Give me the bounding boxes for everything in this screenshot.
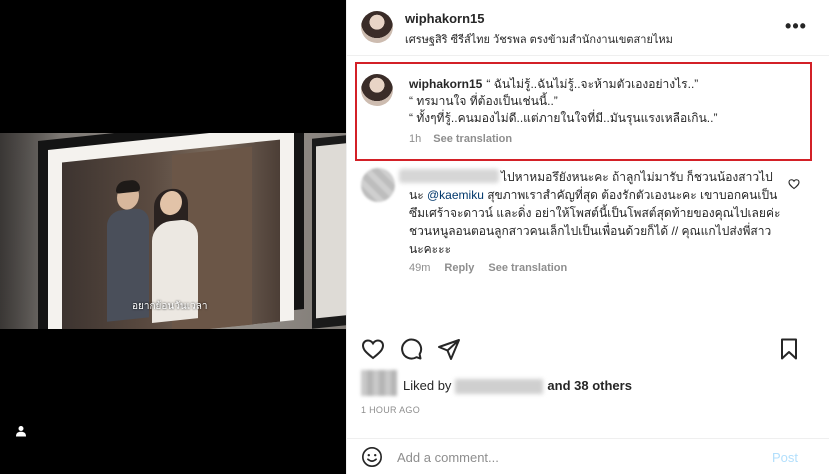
second-frame-mat: [316, 143, 346, 319]
user-tag-icon: [16, 426, 26, 437]
blurred-avatar[interactable]: [361, 168, 395, 202]
comment-text: wiphakorn15 “ ฉันไม่รู้..ฉันไม่รู้..จะห้า…: [409, 76, 804, 127]
add-comment-bar: Post: [347, 438, 829, 474]
blurred-liker-name[interactable]: [455, 379, 544, 395]
likes-text: Liked by and 38 others: [403, 378, 632, 395]
emoji-icon[interactable]: [361, 446, 383, 468]
image-caption: อยากย้อนวันเวลา: [132, 301, 208, 312]
post-header: wiphakorn15 เศรษฐสิริ ซีรีส์ไทย วัชรพล ต…: [347, 0, 829, 56]
author-username[interactable]: wiphakorn15: [405, 11, 484, 26]
post-sidebar: wiphakorn15 เศรษฐสิริ ซีรีส์ไทย วัชรพล ต…: [346, 0, 829, 474]
more-options-button[interactable]: •••: [785, 15, 807, 36]
comment-input[interactable]: [397, 447, 757, 467]
comment-time[interactable]: 49m: [409, 262, 430, 274]
author-avatar[interactable]: [361, 11, 393, 43]
more-icon: •••: [785, 15, 807, 36]
post-media[interactable]: อยากย้อนวันเวลา: [0, 0, 346, 474]
comment-like-icon[interactable]: [788, 178, 800, 190]
likes-summary: Liked by and 38 others: [361, 370, 821, 396]
comment-meta: 1h See translation: [409, 133, 524, 145]
comment-line-1: “ ฉันไม่รู้..ฉันไม่รู้..จะห้ามตัวเองอย่า…: [486, 77, 699, 91]
see-translation-link[interactable]: See translation: [433, 133, 512, 145]
comment-line-2: “ ทรมานใจ ที่ต้องเป็นเช่นนี้..”: [409, 94, 558, 108]
comment-meta: 49m Reply See translation: [409, 262, 581, 274]
second-frame: [312, 135, 346, 329]
action-bar: [347, 331, 829, 367]
post-button[interactable]: Post: [772, 450, 798, 465]
comment-username[interactable]: wiphakorn15: [409, 77, 482, 91]
user-tag-button[interactable]: [10, 420, 32, 442]
liker-avatar[interactable]: [361, 370, 397, 396]
see-translation-link[interactable]: See translation: [488, 262, 567, 274]
comment-avatar[interactable]: [361, 74, 393, 106]
post-timestamp[interactable]: 1 HOUR AGO: [361, 405, 420, 415]
comment-icon[interactable]: [399, 337, 423, 361]
reply-link[interactable]: Reply: [444, 262, 474, 274]
bookmark-icon[interactable]: [777, 337, 801, 361]
likes-others[interactable]: and 38 others: [547, 378, 632, 393]
share-icon[interactable]: [437, 337, 461, 361]
groom-hair: [116, 179, 140, 194]
mention-link[interactable]: @kaemiku: [427, 188, 484, 202]
comment-line-3: “ ทั้งๆที่รู้..คนมองไม่ดี..แต่ภายในใจที่…: [409, 111, 718, 125]
comment-time[interactable]: 1h: [409, 133, 421, 145]
heart-icon[interactable]: [361, 337, 385, 361]
comment-text: ไปหาหมอรึยังหนะคะ ถ้าลูกไม่มารับ ก็ชวนน้…: [409, 168, 784, 258]
comments-list[interactable]: wiphakorn15 “ ฉันไม่รู้..ฉันไม่รู้..จะห้า…: [347, 56, 829, 331]
post-location[interactable]: เศรษฐสิริ ซีรีส์ไทย วัชรพล ตรงข้ามสำนักง…: [405, 30, 673, 48]
likes-prefix: Liked by: [403, 378, 452, 393]
